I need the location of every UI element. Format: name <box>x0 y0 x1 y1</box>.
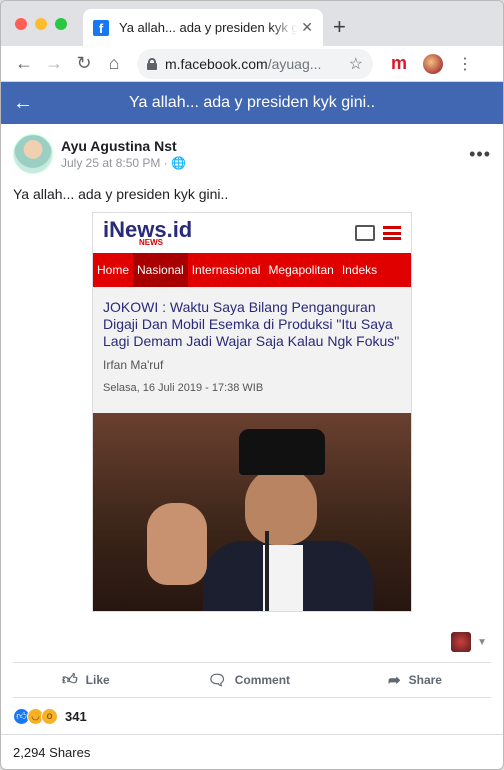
new-tab-icon[interactable]: + <box>333 14 346 40</box>
back-arrow-icon[interactable]: ← <box>13 92 41 115</box>
author-avatar[interactable] <box>13 134 53 174</box>
bookmark-star-icon[interactable]: ☆ <box>349 54 363 74</box>
address-bar[interactable]: m.facebook.com/ayuag... ☆ <box>137 48 373 79</box>
tv-icon <box>355 225 375 241</box>
window-controls <box>15 18 67 30</box>
globe-icon: 🌐 <box>171 156 187 170</box>
hamburger-menu-icon <box>383 226 401 240</box>
comment-button[interactable]: 🗨︎ Comment <box>208 671 290 689</box>
article-block: JOKOWI : Waktu Saya Bilang Penganguran D… <box>93 287 411 413</box>
reaction-count: 341 <box>65 708 87 724</box>
reload-icon[interactable]: ↻ <box>69 53 99 74</box>
browser-window: f Ya allah... ada y presiden kyk gini.. … <box>0 0 504 770</box>
inews-menu-item-active: Nasional <box>133 253 188 287</box>
inews-menu-item: Internasional <box>191 263 261 277</box>
inews-menu-item: Indeks <box>341 263 378 277</box>
minimize-window-button[interactable] <box>35 18 47 30</box>
like-button[interactable]: 👍︎ Like <box>62 671 110 689</box>
forward-arrow-icon[interactable]: → <box>39 53 69 74</box>
reaction-summary[interactable]: 👍︎ ◡ o 341 <box>13 698 491 734</box>
shared-article-image[interactable]: iNews.id NEWS Home Nasional Internasiona… <box>92 212 412 612</box>
inews-logo: iNews.id NEWS <box>103 216 193 247</box>
viewer-avatar <box>451 632 472 652</box>
inews-menu-item: Home <box>97 263 130 277</box>
inews-brand-row: iNews.id NEWS <box>93 213 411 253</box>
article-headline: JOKOWI : Waktu Saya Bilang Penganguran D… <box>103 299 400 349</box>
post: Ayu Agustina Nst July 25 at 8:50 PM · 🌐 … <box>1 124 503 769</box>
close-window-button[interactable] <box>15 18 27 30</box>
author-info: Ayu Agustina Nst July 25 at 8:50 PM · 🌐 <box>61 138 186 170</box>
article-photo <box>93 413 411 611</box>
tab-active[interactable]: f Ya allah... ada y presiden kyk gini.. … <box>83 9 323 46</box>
home-icon[interactable]: ⌂ <box>99 53 129 74</box>
url-text: m.facebook.com/ayuag... <box>165 55 322 72</box>
wow-reaction-icon: o <box>41 707 58 725</box>
zoom-window-button[interactable] <box>55 18 67 30</box>
share-button[interactable]: ➦ Share <box>388 671 442 689</box>
tab-strip: f Ya allah... ada y presiden kyk gini.. … <box>1 1 503 46</box>
browser-menu-icon[interactable]: ⋮ <box>457 54 473 74</box>
share-audience-selector[interactable]: ▼ <box>13 632 491 652</box>
inews-menu-item: Megapolitan <box>268 263 334 277</box>
post-header: Ayu Agustina Nst July 25 at 8:50 PM · 🌐 … <box>13 134 491 174</box>
thumbs-up-icon: 👍︎ <box>61 671 78 688</box>
facebook-header: ← Ya allah... ada y presiden kyk gini.. <box>1 82 503 124</box>
author-name[interactable]: Ayu Agustina Nst <box>61 138 186 154</box>
chevron-down-icon: ▼ <box>477 636 487 648</box>
post-timestamp[interactable]: July 25 at 8:50 PM · 🌐 <box>61 156 186 170</box>
comment-bubble-icon: 🗨︎ <box>207 672 227 689</box>
share-arrow-icon: ➦ <box>388 672 401 689</box>
article-date: Selasa, 16 Juli 2019 - 17:38 WIB <box>103 382 264 394</box>
lock-icon <box>147 57 157 70</box>
tab-close-icon[interactable]: ✕ <box>301 19 313 36</box>
post-actions: 👍︎ Like 🗨︎ Comment ➦ Share <box>13 662 491 698</box>
inews-nav-menu: Home Nasional Internasional Megapolitan … <box>93 253 411 287</box>
facebook-favicon-icon: f <box>93 19 109 36</box>
post-caption: Ya allah... ada y presiden kyk gini.. <box>13 186 229 202</box>
browser-toolbar: ← → ↻ ⌂ m.facebook.com/ayuag... ☆ m ⋮ <box>1 46 503 82</box>
article-author: Irfan Ma'ruf <box>103 358 164 372</box>
extension-m-icon[interactable]: m <box>391 53 407 74</box>
back-arrow-icon[interactable]: ← <box>9 53 39 74</box>
page-title: Ya allah... ada y presiden kyk gini.. <box>128 94 376 111</box>
more-options-icon[interactable]: ••• <box>469 144 491 165</box>
profile-avatar-icon[interactable] <box>423 53 444 74</box>
tab-title: Ya allah... ada y presiden kyk gini.. <box>119 20 297 35</box>
share-count[interactable]: 2,294 Shares <box>1 734 503 769</box>
